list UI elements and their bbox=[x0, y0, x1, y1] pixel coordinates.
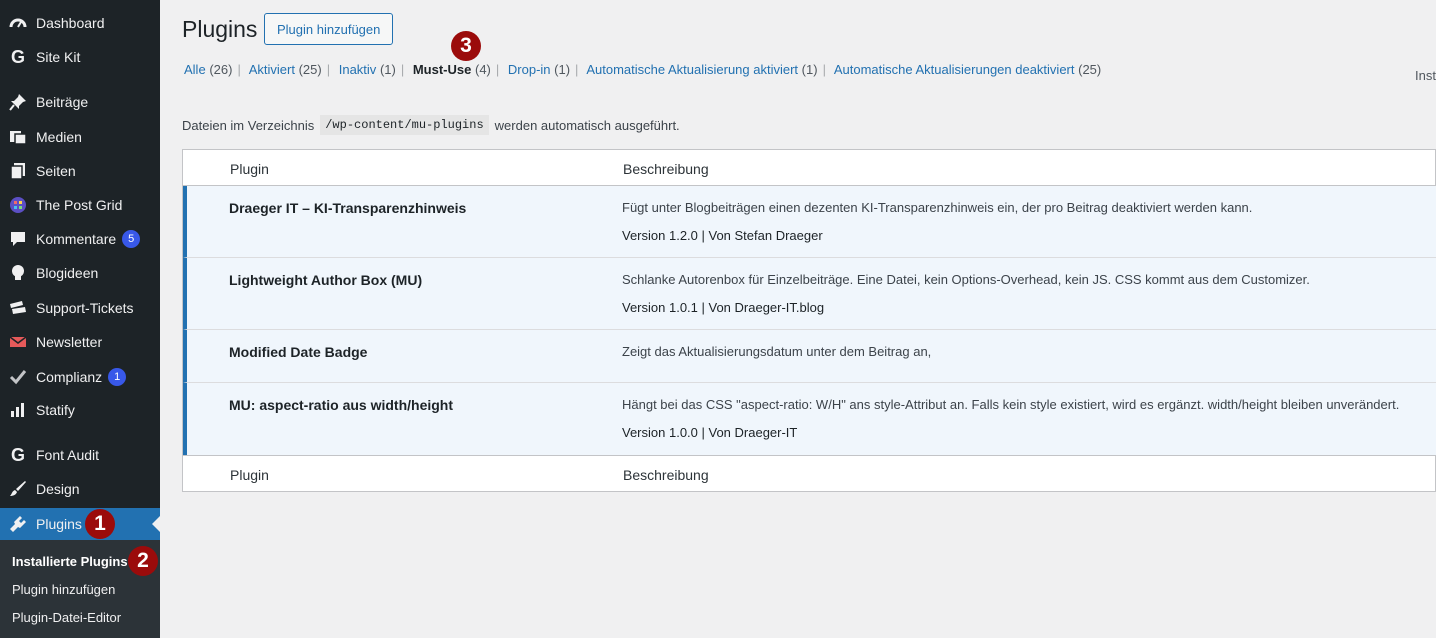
filter-must-use[interactable]: Must-Use bbox=[413, 62, 472, 77]
plugin-name: Draeger IT – KI-Transparenzhinweis bbox=[229, 200, 467, 216]
menu-item-blogideen[interactable]: Blogideen bbox=[0, 257, 160, 289]
plugin-description: Schlanke Autorenbox für Einzelbeiträge. … bbox=[622, 272, 1310, 287]
menu-item-seiten[interactable]: Seiten bbox=[0, 155, 160, 187]
menu-item-support-tickets[interactable]: Support-Tickets bbox=[0, 292, 160, 324]
menu-label: Plugins bbox=[36, 516, 82, 532]
filter-auto-update-enabled[interactable]: Automatische Aktualisierung aktiviert bbox=[586, 62, 798, 77]
chart-icon bbox=[8, 400, 28, 420]
media-icon bbox=[8, 127, 28, 147]
plugins-table: Plugin Beschreibung Draeger IT – KI-Tran… bbox=[182, 149, 1436, 492]
table-row: Draeger IT – KI-Transparenzhinweis Fügt … bbox=[183, 186, 1436, 258]
menu-label: Kommentare bbox=[36, 231, 117, 247]
plugin-description: Zeigt das Aktualisierungsdatum unter dem… bbox=[622, 344, 932, 359]
menu-label: Newsletter bbox=[36, 334, 103, 350]
page-title: Plugins bbox=[182, 16, 258, 42]
menu-label: Dashboard bbox=[36, 15, 105, 31]
plugin-version: Version 1.2.0 | Von Stefan Draeger bbox=[622, 228, 823, 243]
table-row: Lightweight Author Box (MU) Schlanke Aut… bbox=[183, 258, 1436, 330]
filter-drop-in[interactable]: Drop-in bbox=[508, 62, 551, 77]
installed-count-cut: Inst bbox=[1415, 68, 1436, 83]
submenu-installed-plugins[interactable]: Installierte Plugins bbox=[12, 554, 128, 569]
filter-count: (4) bbox=[474, 62, 491, 77]
menu-item-complianz[interactable]: Complianz 1 bbox=[0, 361, 160, 393]
check-icon bbox=[8, 367, 28, 387]
menu-label: Blogideen bbox=[36, 265, 99, 281]
menu-label: Complianz bbox=[36, 369, 103, 385]
menu-item-plugins[interactable]: Plugins bbox=[0, 508, 160, 540]
dashboard-icon bbox=[8, 13, 28, 33]
plugin-name: Lightweight Author Box (MU) bbox=[229, 272, 423, 288]
column-header-plugin[interactable]: Plugin bbox=[230, 161, 269, 177]
brush-icon bbox=[8, 479, 28, 499]
info-text-before: Dateien im Verzeichnis bbox=[182, 117, 315, 133]
menu-label: Seiten bbox=[36, 163, 76, 179]
mu-plugins-info: Dateien im Verzeichnis /wp-content/mu-pl… bbox=[182, 115, 680, 135]
filter-all[interactable]: Alle bbox=[184, 62, 206, 77]
filter-inactive[interactable]: Inaktiv bbox=[339, 62, 377, 77]
plugin-name: Modified Date Badge bbox=[229, 344, 368, 360]
tickets-icon bbox=[8, 298, 28, 318]
comment-count-badge: 5 bbox=[122, 230, 141, 248]
menu-item-beitraege[interactable]: Beiträge bbox=[0, 86, 160, 118]
filter-auto-update-disabled[interactable]: Automatische Aktualisierungen deaktivier… bbox=[834, 62, 1075, 77]
column-header-description[interactable]: Beschreibung bbox=[623, 161, 709, 177]
menu-item-medien[interactable]: Medien bbox=[0, 121, 160, 153]
lightbulb-icon bbox=[8, 263, 28, 283]
add-plugin-button[interactable]: Plugin hinzufügen bbox=[264, 13, 394, 45]
filter-active[interactable]: Aktiviert bbox=[249, 62, 295, 77]
menu-label: Font Audit bbox=[36, 447, 100, 463]
column-footer-description[interactable]: Beschreibung bbox=[623, 467, 709, 483]
mu-plugins-path: /wp-content/mu-plugins bbox=[320, 115, 489, 135]
filter-count: (25) bbox=[1078, 62, 1102, 77]
google-icon: G bbox=[10, 444, 25, 465]
pages-icon bbox=[8, 161, 28, 181]
menu-label: Site Kit bbox=[36, 49, 81, 65]
sitekit-icon: G bbox=[10, 46, 25, 67]
menu-item-kommentare[interactable]: Kommentare 5 bbox=[0, 223, 160, 255]
filter-count: (25) bbox=[298, 62, 322, 77]
submenu-add-plugin[interactable]: Plugin hinzufügen bbox=[12, 582, 115, 597]
plugin-status-filters: Alle (26) | Aktiviert (25) | Inaktiv (1) | … bbox=[184, 62, 1102, 77]
menu-item-newsletter[interactable]: Newsletter bbox=[0, 326, 160, 358]
column-footer-plugin[interactable]: Plugin bbox=[230, 467, 269, 483]
plugin-description: Fügt unter Blogbeiträgen einen dezenten … bbox=[622, 200, 1253, 215]
postgrid-icon bbox=[8, 195, 28, 215]
main-content: Plugins Plugin hinzufügen Alle (26) | Akt… bbox=[160, 0, 1436, 638]
menu-label: Medien bbox=[36, 129, 82, 145]
comment-icon bbox=[8, 229, 28, 249]
plugin-name: MU: aspect-ratio aus width/height bbox=[229, 397, 454, 413]
menu-item-the-post-grid[interactable]: The Post Grid bbox=[0, 189, 160, 221]
submenu-plugin-file-editor[interactable]: Plugin-Datei-Editor bbox=[12, 610, 121, 625]
current-menu-arrow bbox=[152, 516, 160, 532]
complianz-count-badge: 1 bbox=[108, 368, 127, 386]
table-row: Modified Date Badge Zeigt das Aktualisie… bbox=[183, 330, 1436, 383]
mail-icon bbox=[8, 332, 28, 352]
plugin-description: Hängt bei das CSS "aspect-ratio: W/H" an… bbox=[622, 397, 1400, 412]
menu-item-dashboard[interactable]: Dashboard bbox=[0, 7, 160, 39]
filter-count: (26) bbox=[209, 62, 233, 77]
menu-label: Statify bbox=[36, 402, 75, 418]
step-marker-2: 2 bbox=[128, 546, 158, 576]
menu-label: Beiträge bbox=[36, 94, 89, 110]
menu-item-design[interactable]: Design bbox=[0, 473, 160, 505]
info-text-after: werden automatisch ausgeführt. bbox=[494, 117, 680, 133]
filter-count: (1) bbox=[801, 62, 818, 77]
filter-count: (1) bbox=[379, 62, 396, 77]
step-marker-1: 1 bbox=[85, 509, 115, 539]
filter-count: (1) bbox=[554, 62, 571, 77]
menu-item-site-kit[interactable]: G Site Kit bbox=[0, 41, 160, 73]
menu-label: The Post Grid bbox=[36, 197, 123, 213]
plugin-version: Version 1.0.0 | Von Draeger-IT bbox=[622, 425, 798, 440]
plugin-icon bbox=[8, 514, 28, 534]
menu-label: Design bbox=[36, 481, 80, 497]
table-row: MU: aspect-ratio aus width/height Hängt … bbox=[183, 383, 1436, 455]
admin-sidebar: Dashboard G Site Kit Beiträge Medien Sei… bbox=[0, 0, 160, 638]
pin-icon bbox=[8, 92, 28, 112]
plugin-version: Version 1.0.1 | Von Draeger-IT.blog bbox=[622, 300, 825, 315]
menu-item-font-audit[interactable]: G Font Audit bbox=[0, 439, 160, 471]
menu-label: Support-Tickets bbox=[36, 300, 134, 316]
menu-item-statify[interactable]: Statify bbox=[0, 394, 160, 426]
